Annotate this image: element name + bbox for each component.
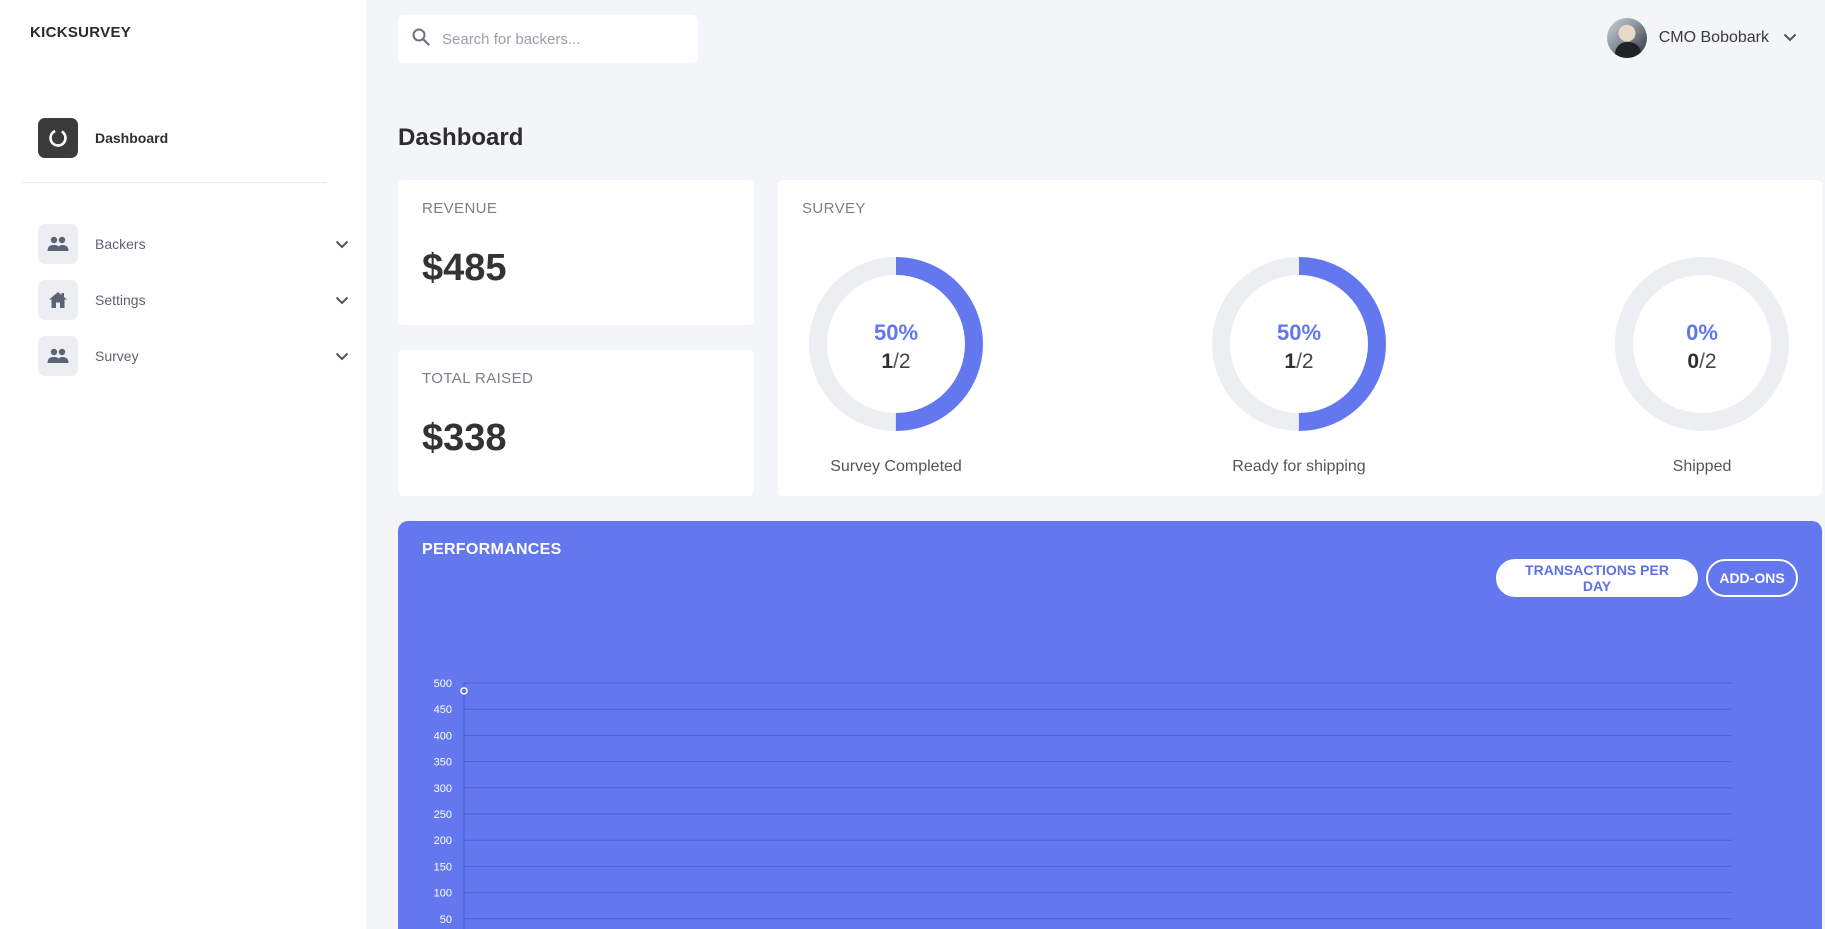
sidebar-item-settings[interactable]: Settings [38, 280, 349, 320]
sidebar-item-label: Backers [95, 236, 146, 252]
survey-donut: 50% 1/2 Ready for shipping [1209, 254, 1389, 476]
donut-percent: 0% [1686, 320, 1718, 345]
y-tick-label: 500 [434, 678, 452, 690]
sidebar-item-dashboard[interactable]: Dashboard [38, 118, 168, 158]
add-ons-button[interactable]: ADD-ONS [1706, 559, 1798, 597]
total-raised-value: $338 [422, 417, 507, 459]
y-tick-label: 350 [434, 757, 452, 769]
y-tick-label: 50 [440, 914, 452, 926]
sidebar-divider [22, 182, 326, 183]
y-tick-label: 400 [434, 730, 452, 742]
sidebar-item-label: Settings [95, 292, 146, 308]
brand-logo[interactable]: KICKSURVEY [30, 24, 131, 41]
card-title: TOTAL RAISED [422, 370, 534, 387]
donut-caption: Shipped [1672, 458, 1732, 475]
card-title: REVENUE [422, 200, 498, 217]
donut-caption: Survey Completed [830, 458, 962, 475]
survey-donut: 0% 0/2 Shipped [1612, 254, 1792, 476]
page-title: Dashboard [398, 124, 524, 151]
revenue-value: $485 [422, 247, 507, 289]
donut-percent: 50% [1276, 320, 1322, 345]
search-box[interactable] [398, 15, 698, 63]
sidebar: KICKSURVEY Dashboard Backers Settings Su… [0, 0, 366, 929]
y-tick-label: 450 [434, 704, 452, 716]
panel-title: PERFORMANCES [422, 541, 562, 558]
y-tick-label: 300 [434, 783, 452, 795]
chevron-down-icon[interactable] [332, 234, 352, 254]
y-tick-label: 150 [434, 861, 452, 873]
card-title: SURVEY [802, 200, 866, 217]
search-input[interactable] [442, 30, 662, 48]
survey-donut: 50% 1/2 Survey Completed [806, 254, 986, 476]
donut-fraction: 1/2 [1284, 350, 1314, 373]
avatar[interactable] [1606, 18, 1647, 58]
revenue-card: REVENUE $485 [398, 180, 754, 325]
user-name[interactable]: CMO Bobobark [1659, 29, 1769, 47]
donut-caption: Ready for shipping [1232, 458, 1366, 475]
sidebar-item-label: Survey [95, 348, 139, 364]
sidebar-item-label: Dashboard [95, 130, 169, 146]
people-icon [38, 224, 78, 264]
user-menu[interactable]: CMO Bobobark [1606, 18, 1797, 58]
chevron-down-icon[interactable] [1783, 29, 1797, 47]
home-icon [38, 280, 78, 320]
chevron-down-icon[interactable] [332, 290, 352, 310]
donut-fraction: 1/2 [881, 350, 911, 373]
survey-card: SURVEY 50% 1/2 Survey Completed 50% 1/2 … [778, 180, 1822, 496]
people-icon [38, 336, 78, 376]
y-tick-label: 250 [434, 809, 452, 821]
total-raised-card: TOTAL RAISED $338 [398, 350, 754, 496]
donut-percent: 50% [873, 320, 919, 345]
performances-panel: 500 450 400 350 300 250 200 150 100 50 PERFORMANC… [398, 521, 1822, 929]
dashboard-ring-icon [38, 118, 78, 158]
sidebar-item-survey[interactable]: Survey [38, 336, 349, 376]
y-tick-label: 200 [434, 835, 452, 847]
y-tick-label: 100 [434, 888, 452, 900]
donut-fraction: 0/2 [1687, 350, 1717, 373]
chevron-down-icon[interactable] [332, 346, 352, 366]
search-icon [412, 28, 430, 51]
sidebar-item-backers[interactable]: Backers [38, 224, 349, 264]
transactions-per-day-button[interactable]: TRANSACTIONS PER DAY [1496, 559, 1698, 597]
